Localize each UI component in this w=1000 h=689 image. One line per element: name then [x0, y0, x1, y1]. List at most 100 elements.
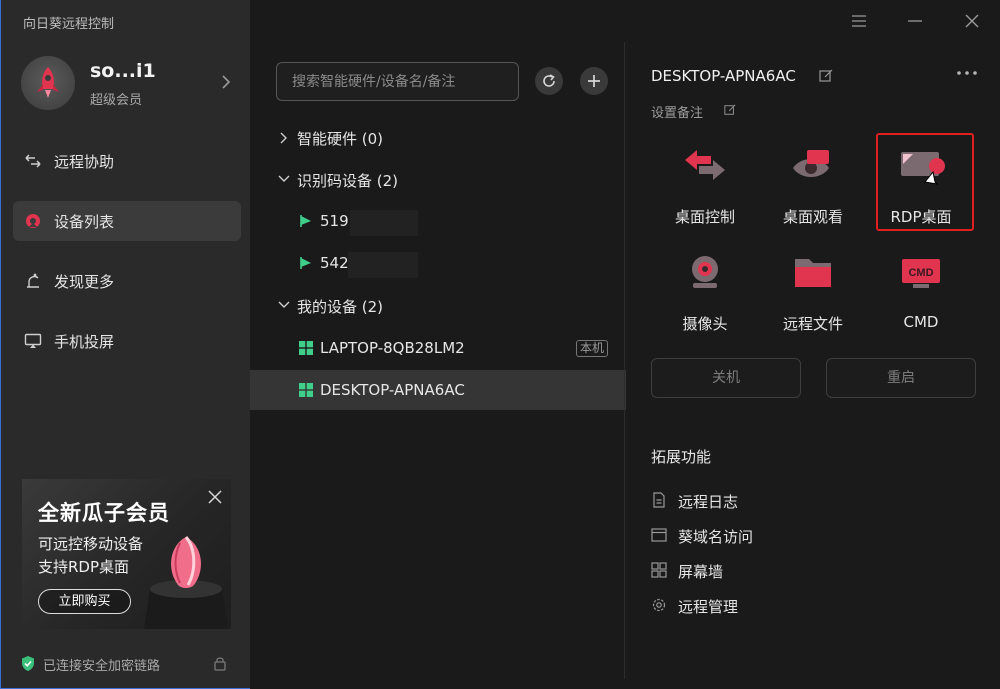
device-item[interactable]: 519 — [250, 201, 626, 241]
redacted-text — [348, 252, 418, 278]
nav-label: 设备列表 — [54, 213, 115, 231]
group-code-devices[interactable]: 识别码设备 (2) — [276, 169, 476, 193]
close-icon[interactable] — [207, 489, 223, 505]
nav-label: 发现更多 — [54, 273, 115, 291]
nav-item-remote-assist[interactable]: 远程协助 — [13, 141, 241, 181]
nav-label: 远程协助 — [54, 153, 115, 171]
remote-file-button[interactable]: 远程文件 — [763, 253, 863, 343]
nav-label: 手机投屏 — [54, 333, 115, 351]
action-label: CMD — [903, 313, 939, 331]
nav-item-device-list[interactable]: 设备列表 — [13, 201, 241, 241]
group-label: 我的设备 (2) — [297, 298, 384, 316]
ext-label: 远程管理 — [678, 598, 739, 616]
device-name: 542 — [320, 254, 349, 272]
group-smart-hardware[interactable]: 智能硬件 (0) — [276, 127, 476, 151]
extensions-title: 拓展功能 — [651, 448, 712, 466]
restart-button[interactable]: 重启 — [826, 358, 976, 398]
nav-item-discover[interactable]: 发现更多 — [13, 261, 241, 301]
ext-item-remote-management[interactable]: 远程管理 — [651, 594, 851, 618]
action-label: RDP桌面 — [890, 208, 952, 226]
profile-name: so...i1 — [90, 60, 156, 82]
shutdown-button[interactable]: 关机 — [651, 358, 801, 398]
seed-illustration — [144, 536, 228, 629]
chevron-down-icon — [278, 301, 290, 308]
svg-text:CMD: CMD — [908, 267, 933, 279]
desktop-view-icon — [793, 150, 829, 177]
settings-icon — [652, 598, 666, 612]
membership-level: 超级会员 — [90, 93, 143, 108]
edit-icon[interactable] — [819, 69, 833, 83]
ext-item-domain-access[interactable]: 葵域名访问 — [651, 524, 851, 548]
desktop-control-icon — [685, 150, 725, 180]
device-name: LAPTOP-8QB28LM2 — [320, 339, 465, 357]
sidebar: 向日葵远程控制 so...i1 超级会员 远程协助 设备列表 发现更多 手机投屏… — [0, 0, 250, 689]
edit-icon[interactable] — [724, 104, 736, 116]
domain-icon — [651, 528, 667, 542]
remote-assist-icon — [25, 154, 41, 168]
device-item[interactable]: 542 — [250, 243, 626, 283]
camera-icon — [692, 256, 718, 288]
cmd-button[interactable]: CMD CMD — [871, 253, 971, 343]
group-label: 智能硬件 (0) — [297, 130, 384, 148]
device-list-panel: 智能硬件 (0) 识别码设备 (2) 519 542 我的设备 (2) — [250, 0, 626, 689]
secure-connection-status: 已连接安全加密链路 — [20, 654, 240, 674]
camera-button[interactable]: 摄像头 — [655, 253, 755, 343]
ext-label: 远程日志 — [678, 493, 739, 511]
remote-file-icon — [795, 259, 831, 287]
search-input[interactable] — [276, 62, 519, 101]
shield-check-icon — [22, 656, 34, 671]
screen-cast-icon — [24, 333, 42, 348]
device-name: DESKTOP-APNA6AC — [320, 381, 465, 399]
panel-divider — [624, 42, 625, 679]
action-label: 桌面控制 — [674, 208, 735, 226]
app-title: 向日葵远程控制 — [23, 17, 115, 32]
screen-wall-icon — [651, 562, 667, 578]
local-machine-badge: 本机 — [576, 340, 609, 357]
buy-now-button[interactable]: 立即购买 — [38, 589, 131, 614]
chevron-down-icon — [278, 175, 290, 182]
ext-item-screen-wall[interactable]: 屏幕墙 — [651, 559, 851, 583]
avatar — [21, 56, 75, 110]
lock-icon[interactable] — [213, 655, 227, 671]
more-options-icon[interactable] — [956, 69, 978, 77]
desktop-control-button[interactable]: 桌面控制 — [655, 146, 755, 236]
ext-label: 屏幕墙 — [678, 563, 724, 581]
device-name: 519 — [320, 212, 349, 230]
device-detail-panel: DESKTOP-APNA6AC 设置备注 桌面控制 桌面观看 RDP桌面 摄像头… — [626, 0, 1000, 689]
secure-status-text: 已连接安全加密链路 — [43, 659, 161, 674]
ext-label: 葵域名访问 — [678, 528, 754, 546]
plus-icon — [588, 75, 600, 87]
device-list-icon — [26, 214, 40, 228]
flag-icon — [300, 257, 311, 269]
windows-icon — [299, 341, 313, 355]
device-title: DESKTOP-APNA6AC — [651, 67, 796, 85]
rdp-desktop-button[interactable]: RDP桌面 — [871, 146, 971, 236]
refresh-icon — [543, 74, 555, 87]
user-profile[interactable]: so...i1 超级会员 — [21, 56, 241, 112]
rocket-icon — [37, 67, 59, 98]
action-label: 桌面观看 — [782, 208, 843, 226]
ext-item-remote-log[interactable]: 远程日志 — [651, 489, 851, 513]
discover-icon — [27, 273, 39, 288]
promo-banner[interactable]: 全新瓜子会员 可远控移动设备 支持RDP桌面 立即购买 — [22, 479, 231, 629]
rdp-desktop-icon — [901, 152, 945, 185]
promo-line-2: 支持RDP桌面 — [38, 558, 130, 576]
chevron-right-icon — [222, 75, 231, 89]
group-label: 识别码设备 (2) — [297, 172, 399, 190]
action-label: 远程文件 — [782, 315, 843, 333]
refresh-button[interactable] — [535, 67, 563, 95]
desktop-view-button[interactable]: 桌面观看 — [763, 146, 863, 236]
redacted-text — [350, 210, 418, 236]
chevron-right-icon — [280, 132, 287, 144]
nav-item-screen-cast[interactable]: 手机投屏 — [13, 321, 241, 361]
device-item-selected[interactable]: DESKTOP-APNA6AC — [250, 370, 626, 410]
action-label: 摄像头 — [682, 315, 728, 333]
set-remark-link[interactable]: 设置备注 — [651, 102, 703, 121]
windows-icon — [299, 383, 313, 397]
flag-icon — [300, 215, 311, 227]
group-my-devices[interactable]: 我的设备 (2) — [276, 295, 476, 319]
cmd-icon: CMD — [902, 259, 940, 288]
log-icon — [653, 492, 665, 508]
add-device-button[interactable] — [580, 67, 608, 95]
device-item[interactable]: LAPTOP-8QB28LM2 本机 — [250, 328, 626, 368]
